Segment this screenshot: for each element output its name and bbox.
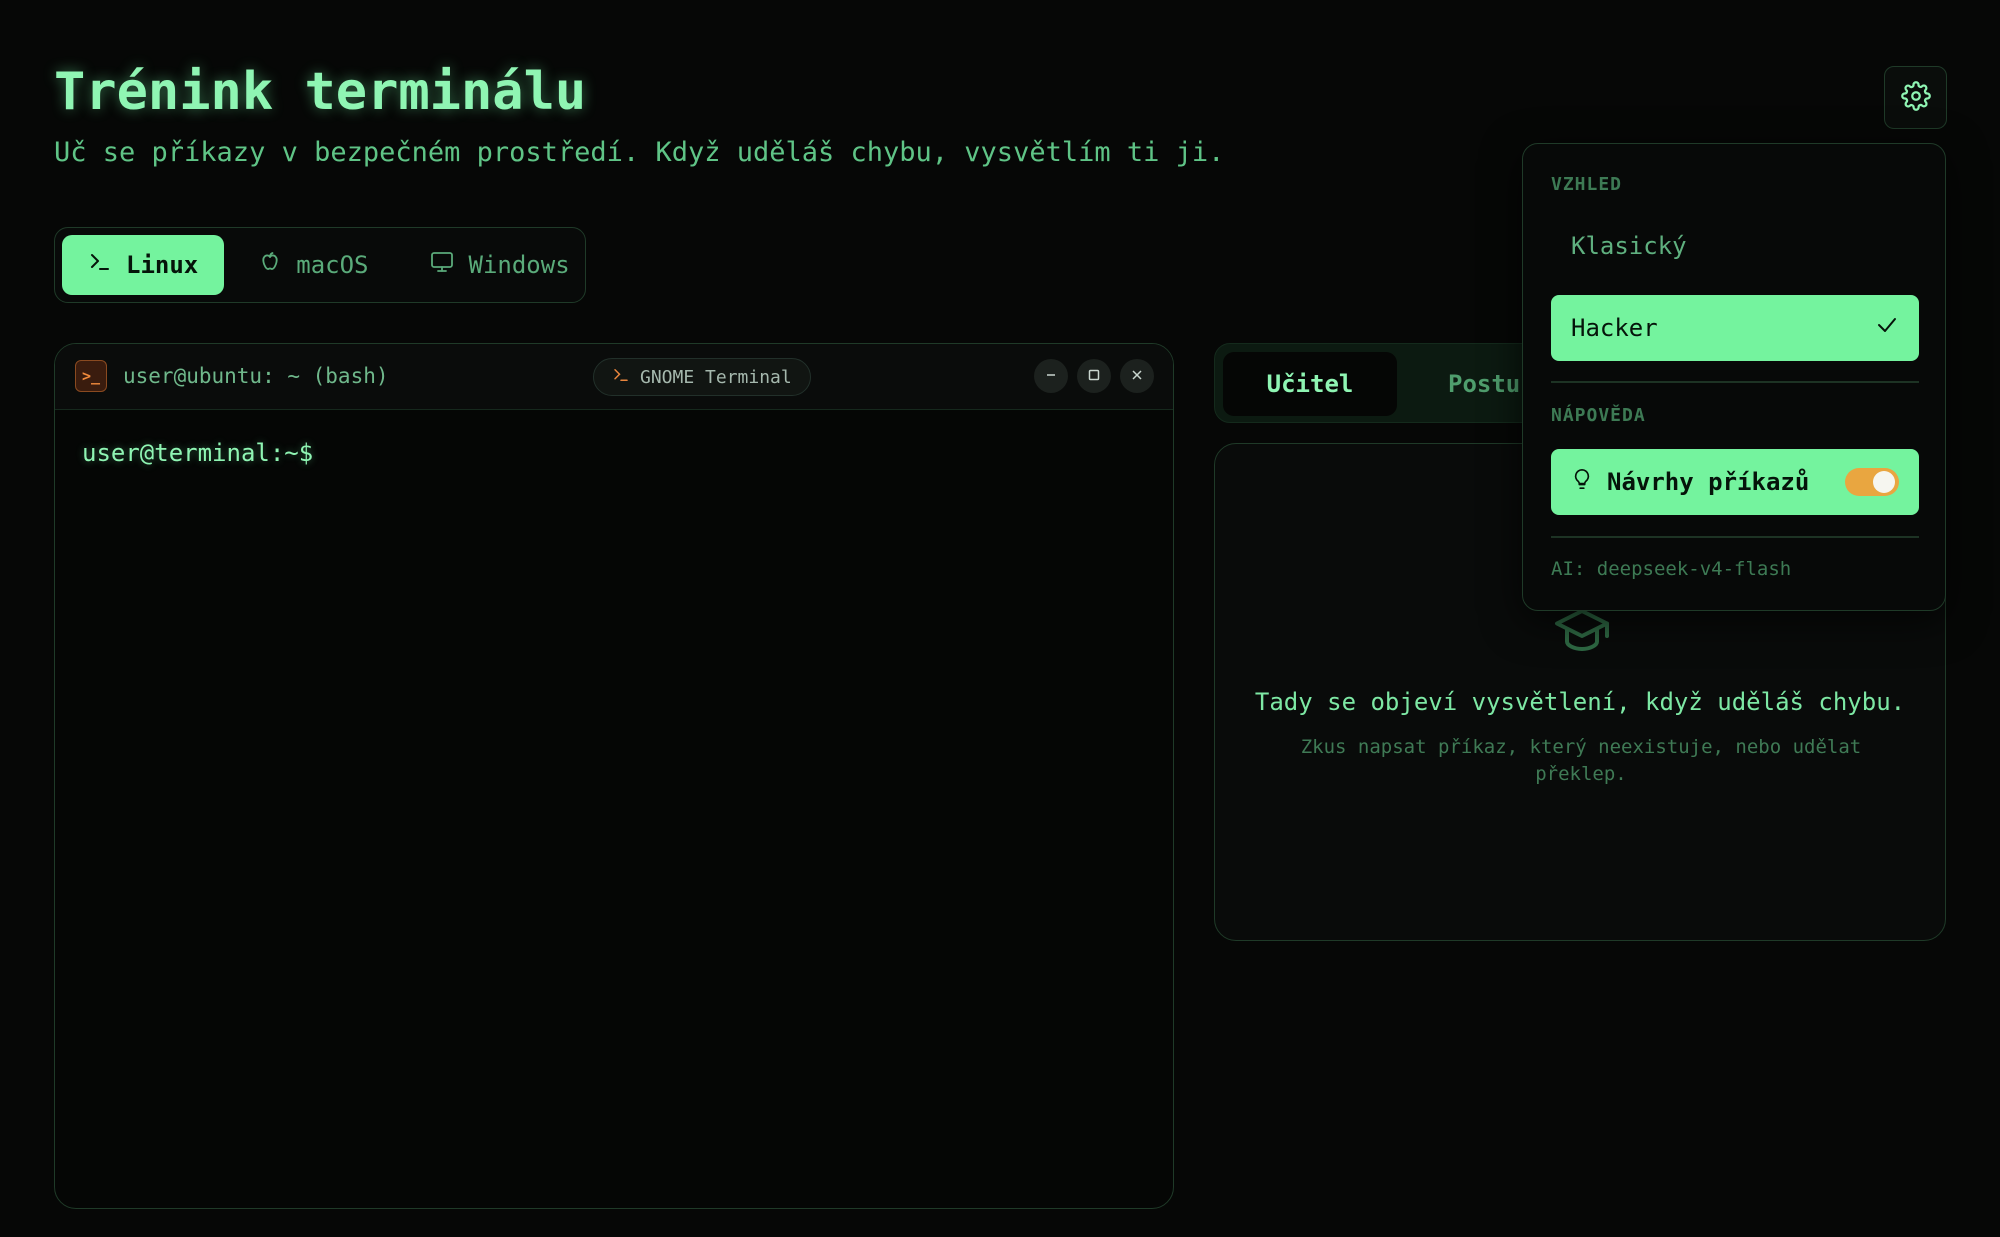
teacher-hint: Zkus napsat příkaz, který neexistuje, ne… bbox=[1300, 736, 1862, 785]
terminal-app-name: GNOME Terminal bbox=[640, 366, 792, 388]
monitor-icon bbox=[429, 250, 455, 280]
close-icon bbox=[1130, 366, 1144, 387]
check-icon bbox=[1875, 313, 1899, 343]
maximize-button[interactable] bbox=[1077, 359, 1111, 393]
page-title: Trénink terminálu bbox=[54, 62, 587, 122]
theme-option-klasicky[interactable]: Klasický bbox=[1551, 213, 1919, 279]
terminal-title: user@ubuntu: ~ (bash) bbox=[123, 364, 389, 388]
settings-dropdown: VZHLED Klasický Hacker NÁPOVĚDA Návrhy p… bbox=[1522, 143, 1946, 611]
page-subtitle: Uč se příkazy v bezpečném prostředí. Kdy… bbox=[54, 137, 1225, 168]
settings-button[interactable] bbox=[1884, 66, 1947, 129]
terminal-titlebar[interactable]: >_ user@ubuntu: ~ (bash) GNOME Terminal bbox=[55, 344, 1173, 410]
minimize-icon bbox=[1044, 366, 1058, 387]
tab-linux[interactable]: Linux bbox=[62, 235, 225, 295]
toggle-knob bbox=[1873, 471, 1895, 493]
terminal-app-badge: GNOME Terminal bbox=[593, 358, 811, 396]
minimize-button[interactable] bbox=[1034, 359, 1068, 393]
tab-macos[interactable]: macOS bbox=[232, 235, 394, 295]
terminal-app-icon: >_ bbox=[75, 360, 107, 392]
ai-model-label: AI: deepseek-v4-flash bbox=[1551, 558, 1792, 580]
teacher-message: Tady se objeví vysvětlení, když uděláš c… bbox=[1254, 688, 1906, 716]
tab-ucitel[interactable]: Učitel bbox=[1223, 352, 1397, 416]
tab-label: Linux bbox=[126, 251, 199, 279]
suggestions-toggle[interactable] bbox=[1845, 468, 1899, 496]
menu-divider bbox=[1551, 536, 1919, 538]
theme-option-hacker[interactable]: Hacker bbox=[1551, 295, 1919, 361]
terminal-icon bbox=[88, 250, 112, 280]
tab-windows[interactable]: Windows bbox=[403, 235, 596, 295]
tab-label: macOS bbox=[296, 251, 369, 279]
lightbulb-icon bbox=[1571, 467, 1593, 497]
gear-icon bbox=[1900, 80, 1931, 115]
terminal-prompt[interactable]: user@terminal:~$ bbox=[82, 439, 313, 467]
graduation-cap-icon bbox=[1551, 606, 1613, 660]
menu-divider bbox=[1551, 381, 1919, 383]
suggestions-label: Návrhy příkazů bbox=[1607, 468, 1810, 496]
tab-label: Windows bbox=[468, 251, 570, 279]
theme-option-label: Klasický bbox=[1571, 232, 1687, 260]
apple-icon bbox=[258, 250, 282, 280]
theme-option-label: Hacker bbox=[1571, 314, 1658, 342]
terminal-window[interactable]: >_ user@ubuntu: ~ (bash) GNOME Terminal … bbox=[54, 343, 1174, 1209]
maximize-icon bbox=[1087, 366, 1101, 387]
appearance-header: VZHLED bbox=[1551, 174, 1623, 195]
help-header: NÁPOVĚDA bbox=[1551, 405, 1646, 426]
command-suggestions-toggle-row[interactable]: Návrhy příkazů bbox=[1551, 449, 1919, 515]
close-button[interactable] bbox=[1120, 359, 1154, 393]
os-tab-bar: Linux macOS Windows bbox=[54, 227, 586, 303]
prompt-chevron-icon bbox=[612, 366, 630, 389]
